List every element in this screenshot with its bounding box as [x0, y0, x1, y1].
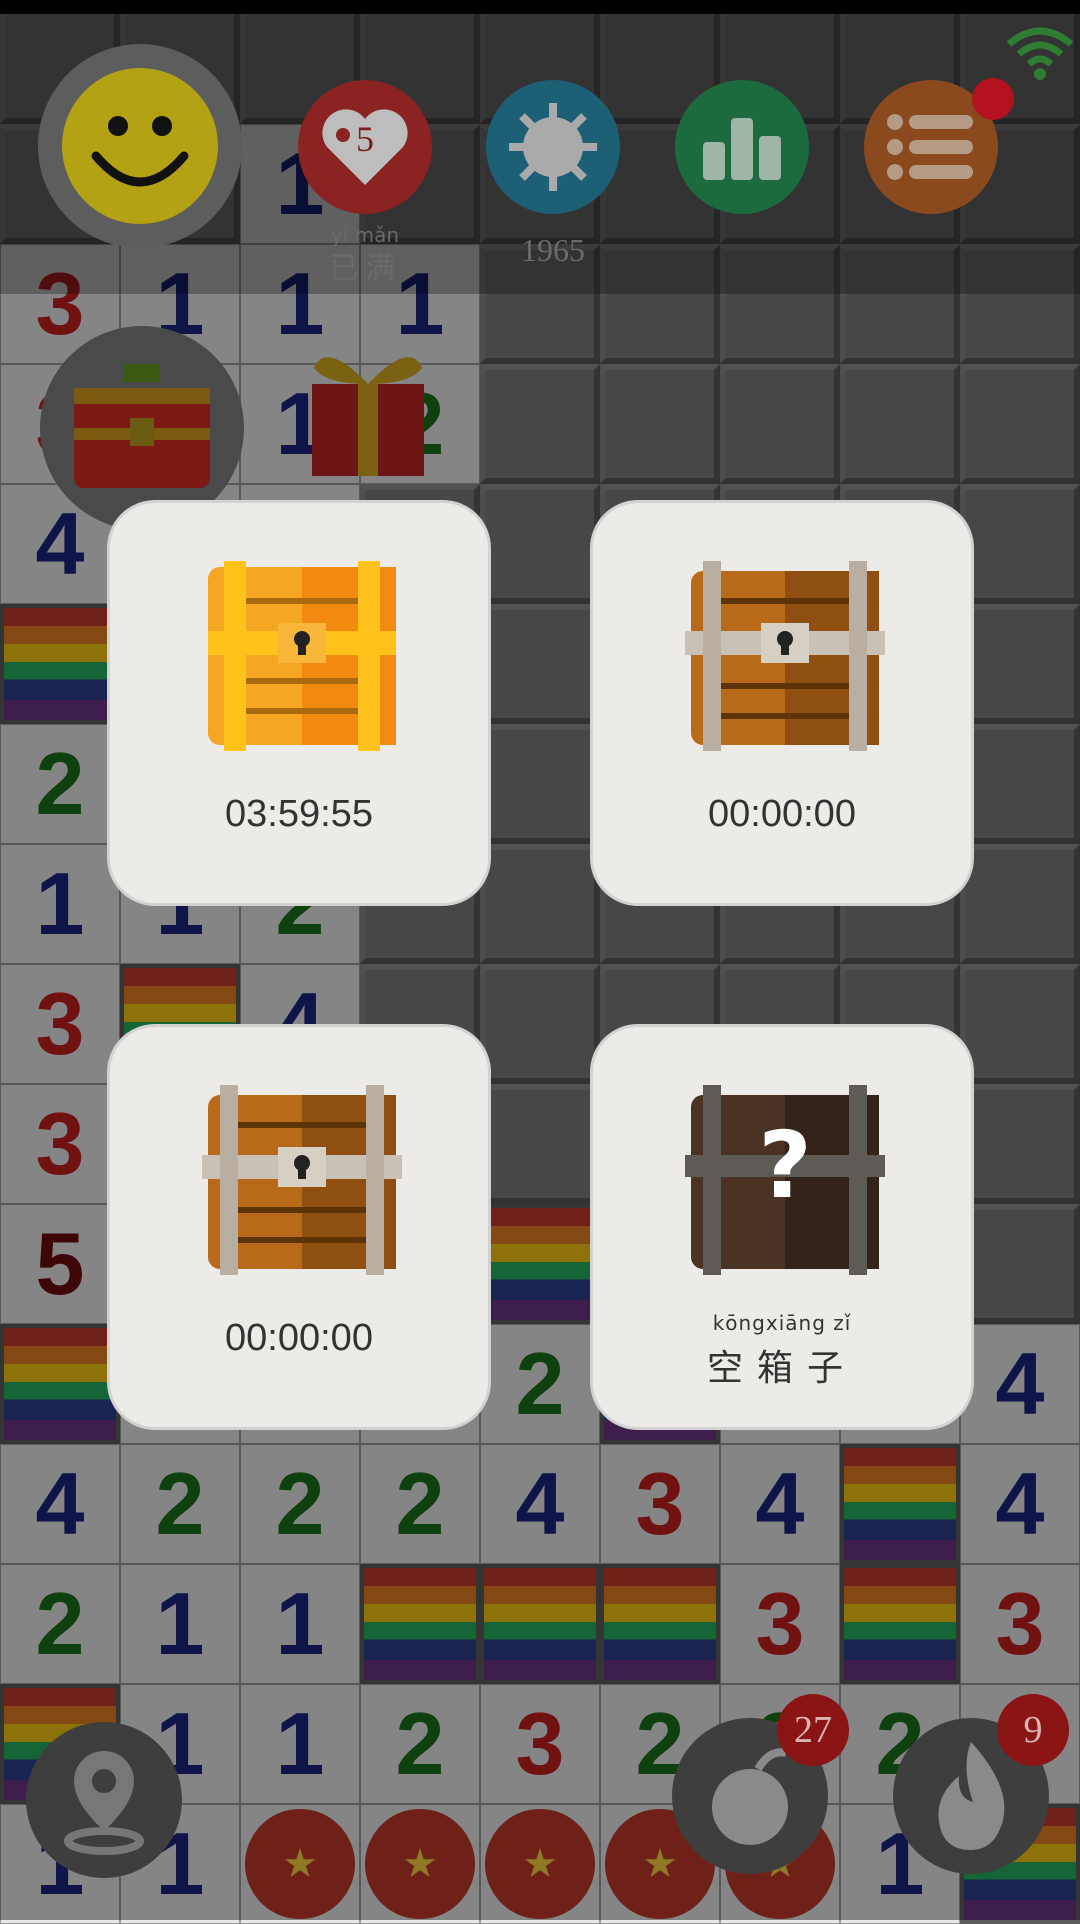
chest-slot-2[interactable]: 00:00:00 — [590, 500, 974, 906]
fire-count-badge: 9 — [997, 1694, 1069, 1766]
virus-icon — [509, 103, 597, 191]
bomb-count-badge: 27 — [777, 1694, 849, 1766]
chest-slot-4[interactable]: ? kōngxiāng zǐ 空箱子 — [590, 1024, 974, 1430]
chest-slot-3[interactable]: 00:00:00 — [107, 1024, 491, 1430]
wooden-chest-icon — [685, 561, 885, 751]
location-pin-icon — [64, 1751, 144, 1855]
empty-chest-pinyin: kōngxiāng zǐ — [712, 1311, 852, 1335]
lives-count: 5 — [356, 119, 374, 159]
wifi-icon — [1006, 27, 1074, 80]
stats-button[interactable] — [675, 80, 809, 214]
notification-dot — [972, 78, 1014, 120]
location-button[interactable] — [26, 1722, 182, 1878]
gift-box-icon[interactable] — [306, 340, 430, 480]
bar-chart-icon — [703, 118, 781, 180]
chest-timer: 00:00:00 — [225, 1317, 373, 1359]
smiley-face-icon — [91, 116, 189, 187]
chest-timer: 03:59:55 — [225, 793, 373, 835]
empty-chest-icon: ? — [685, 1085, 885, 1275]
virus-button[interactable] — [486, 80, 620, 214]
wooden-chest-icon — [202, 1085, 402, 1275]
virus-count: 1965 — [521, 232, 585, 268]
lives-status-label: 已满 — [329, 251, 401, 286]
chest-slot-1[interactable]: 03:59:55 — [107, 500, 491, 906]
list-menu-icon — [887, 114, 973, 180]
empty-chest-label: 空箱子 — [706, 1348, 857, 1389]
smiley-face-button[interactable] — [62, 68, 218, 224]
crown-chest-icon — [74, 364, 210, 488]
chest-timer: 00:00:00 — [708, 793, 856, 835]
gold-chest-icon — [208, 561, 396, 751]
svg-text:?: ? — [758, 1112, 811, 1219]
bomb-icon — [712, 1748, 788, 1845]
